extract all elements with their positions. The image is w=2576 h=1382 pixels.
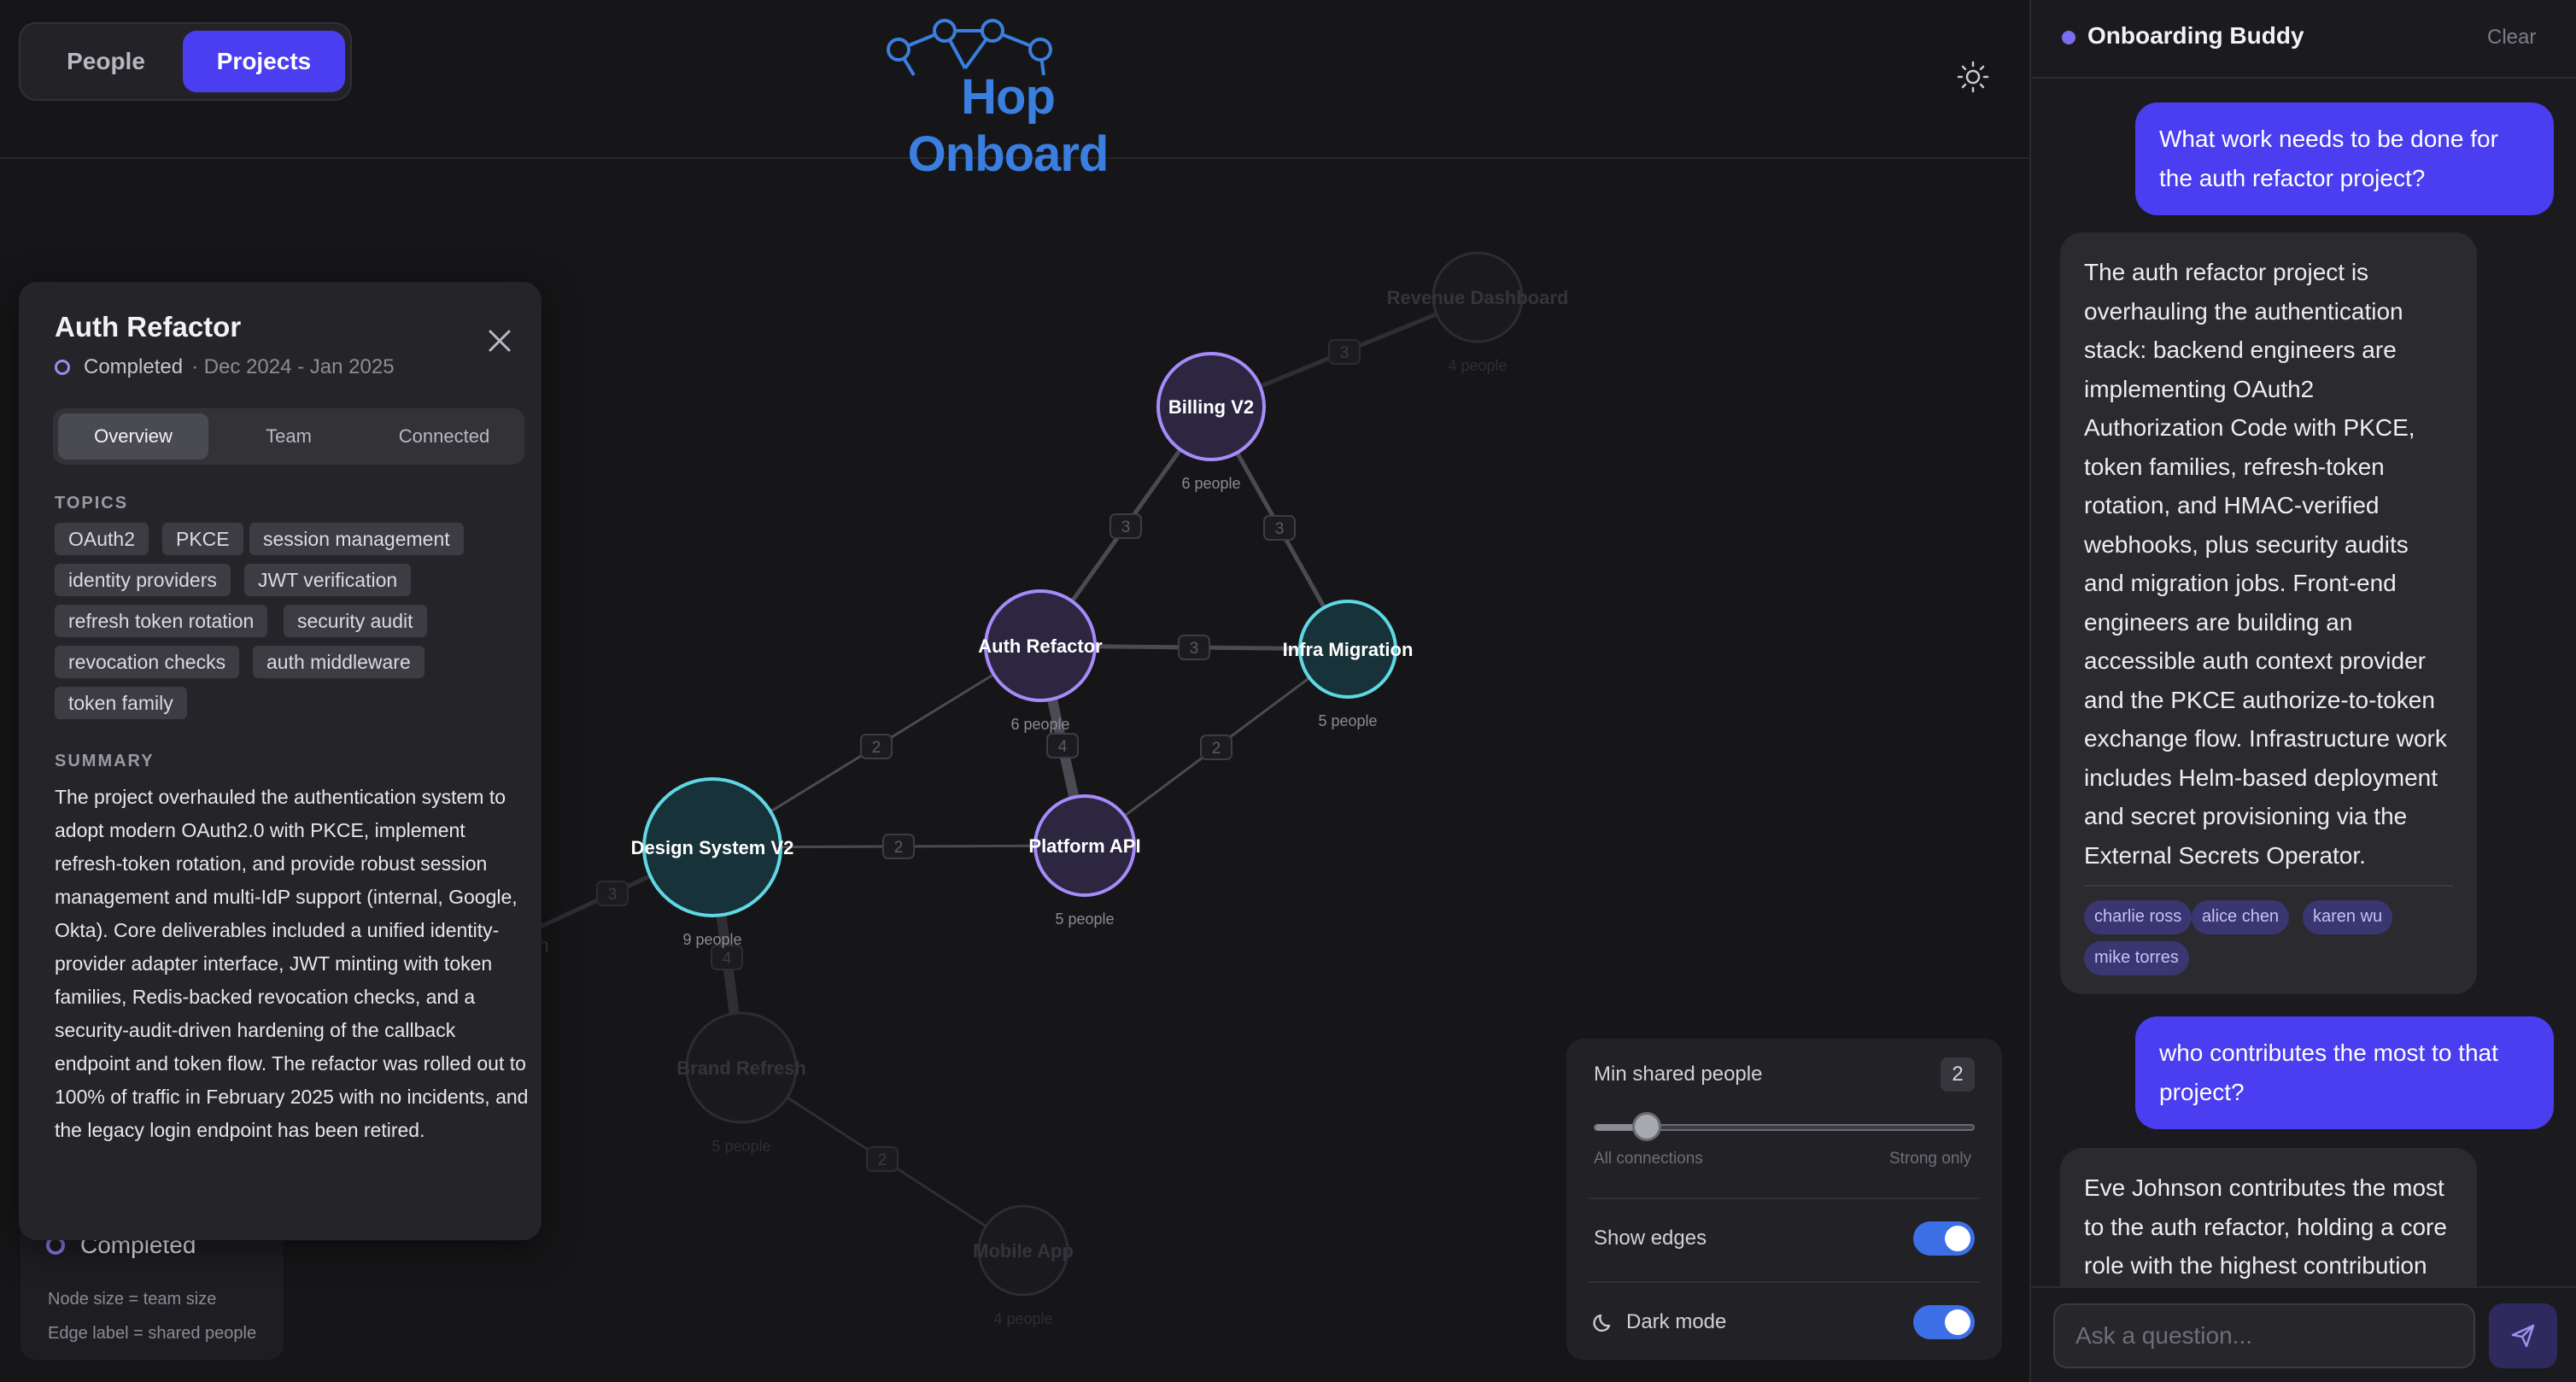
edge-label: 3	[1121, 518, 1131, 536]
topic-chip: revocation checks	[55, 646, 240, 678]
node-label: Platform API	[1028, 835, 1140, 857]
assistant-message-text: The auth refactor project is overhauling…	[2084, 259, 2447, 869]
panel-title: Auth Refactor	[55, 311, 242, 343]
edge-label: 2	[894, 839, 904, 857]
min-shared-label: Min shared people	[1594, 1063, 1763, 1086]
node-label: Mobile App	[973, 1240, 1074, 1262]
edge-label: 4	[723, 950, 732, 968]
person-tag[interactable]: karen wu	[2303, 900, 2393, 934]
projects-tab[interactable]: Projects	[183, 31, 345, 92]
min-shared-value: 2	[1941, 1057, 1975, 1092]
assistant-message: The auth refactor project is overhauling…	[2060, 232, 2477, 994]
topic-chip: PKCE	[162, 523, 243, 555]
edge-label: 3	[1275, 520, 1285, 538]
send-icon	[2511, 1324, 2535, 1348]
divider	[1589, 1281, 1980, 1283]
person-tag[interactable]: alice chen	[2192, 900, 2290, 934]
node-team-size: 5 people	[1055, 911, 1114, 928]
topic-chip: refresh token rotation	[55, 605, 268, 637]
topic-chip: session management	[249, 523, 464, 555]
summary-heading: SUMMARY	[55, 752, 155, 770]
topic-chip: JWT verification	[244, 564, 412, 596]
show-edges-label: Show edges	[1594, 1227, 1707, 1250]
graph-controls: Min shared people 2 All connections Stro…	[1566, 1039, 2002, 1360]
node-label: Infra Migration	[1283, 639, 1414, 660]
topics-heading: TOPICS	[55, 494, 129, 512]
person-tag[interactable]: charlie ross	[2084, 900, 2193, 934]
edge-label: 3	[1190, 640, 1199, 658]
slider-max-label: Strong only	[1889, 1150, 1972, 1168]
topic-chip: token family	[55, 687, 187, 719]
dark-mode-label: Dark mode	[1626, 1310, 1727, 1333]
project-detail-panel: Auth Refactor Completed · Dec 2024 - Jan…	[19, 282, 542, 1240]
node-team-size: 9 people	[682, 931, 741, 948]
topic-chip: auth middleware	[253, 646, 424, 678]
node-team-size: 4 people	[1448, 357, 1507, 374]
tab-team[interactable]: Team	[214, 413, 364, 460]
show-edges-toggle[interactable]	[1913, 1221, 1975, 1256]
chat-input-bar	[2031, 1286, 2576, 1382]
slider-min-label: All connections	[1594, 1150, 1703, 1168]
close-icon[interactable]	[480, 321, 519, 360]
people-tab[interactable]: People	[27, 31, 184, 92]
topic-chip: identity providers	[55, 564, 231, 596]
user-message: who contributes the most to that project…	[2135, 1016, 2554, 1129]
edge-label: 2	[878, 1151, 887, 1169]
send-button[interactable]	[2489, 1303, 2557, 1368]
panel-status: Completed · Dec 2024 - Jan 2025	[55, 355, 395, 379]
toggle-knob	[1945, 1226, 1970, 1251]
panel-tabs: Overview Team Connected	[53, 408, 524, 465]
edge-label: 2	[1212, 740, 1221, 758]
chat-header: Onboarding Buddy Clear	[2031, 0, 2576, 79]
node-label: Design System V2	[631, 837, 794, 858]
node-team-size: 6 people	[1010, 716, 1069, 733]
edge-label: 3	[1340, 344, 1349, 362]
status-ring-icon	[55, 360, 70, 375]
node-label: Billing V2	[1168, 396, 1254, 418]
edge-label: 3	[608, 886, 618, 904]
toggle-knob	[1945, 1309, 1970, 1335]
dark-mode-toggle[interactable]	[1913, 1305, 1975, 1339]
user-message: What work needs to be done for the auth …	[2135, 102, 2554, 215]
node-team-size: 4 people	[993, 1310, 1052, 1327]
node-team-size: 5 people	[1318, 712, 1377, 729]
edge-label: 2	[872, 739, 881, 757]
chat-input[interactable]	[2053, 1303, 2475, 1368]
legend-edge-note: Edge label = shared people	[48, 1324, 257, 1343]
node-team-size: 5 people	[711, 1138, 770, 1155]
logo-text: Hop Onboard	[907, 69, 1109, 182]
chat-title: Onboarding Buddy	[2087, 22, 2304, 49]
node-label: Auth Refactor	[978, 635, 1103, 657]
chat-sidebar: Onboarding Buddy Clear What work needs t…	[2029, 0, 2576, 1382]
tab-connected[interactable]: Connected	[369, 413, 519, 460]
panel-date: · Dec 2024 - Jan 2025	[191, 355, 395, 378]
header: People Projects Hop Onboard	[0, 0, 2029, 182]
node-label: Revenue Dashboard	[1387, 287, 1569, 308]
tab-overview[interactable]: Overview	[58, 413, 208, 460]
clear-button[interactable]: Clear	[2487, 26, 2536, 50]
legend-node-size-note: Node size = team size	[48, 1290, 217, 1309]
divider	[2084, 885, 2453, 887]
topic-chip: OAuth2	[55, 523, 149, 555]
sun-icon[interactable]	[1956, 60, 1990, 94]
node-label: Brand Refresh	[676, 1057, 806, 1079]
summary-text: The project overhauled the authenticatio…	[55, 786, 529, 1141]
slider-thumb[interactable]	[1632, 1112, 1662, 1141]
edge-label: 4	[1058, 738, 1068, 756]
panel-status-label: Completed	[84, 355, 184, 378]
divider	[1589, 1198, 1980, 1199]
status-dot-icon	[2062, 31, 2075, 44]
node-team-size: 6 people	[1181, 475, 1240, 492]
person-tag[interactable]: mike torres	[2084, 941, 2189, 975]
view-switcher: People Projects	[19, 22, 352, 101]
logo: Hop Onboard	[863, 12, 1153, 182]
topic-chip: security audit	[284, 605, 427, 637]
main-area: 3 3 3 2 4 2 2 3 4 2 3 Billing V2 6 people Auth Refact…	[0, 0, 2029, 1382]
moon-icon	[1593, 1314, 1611, 1332]
